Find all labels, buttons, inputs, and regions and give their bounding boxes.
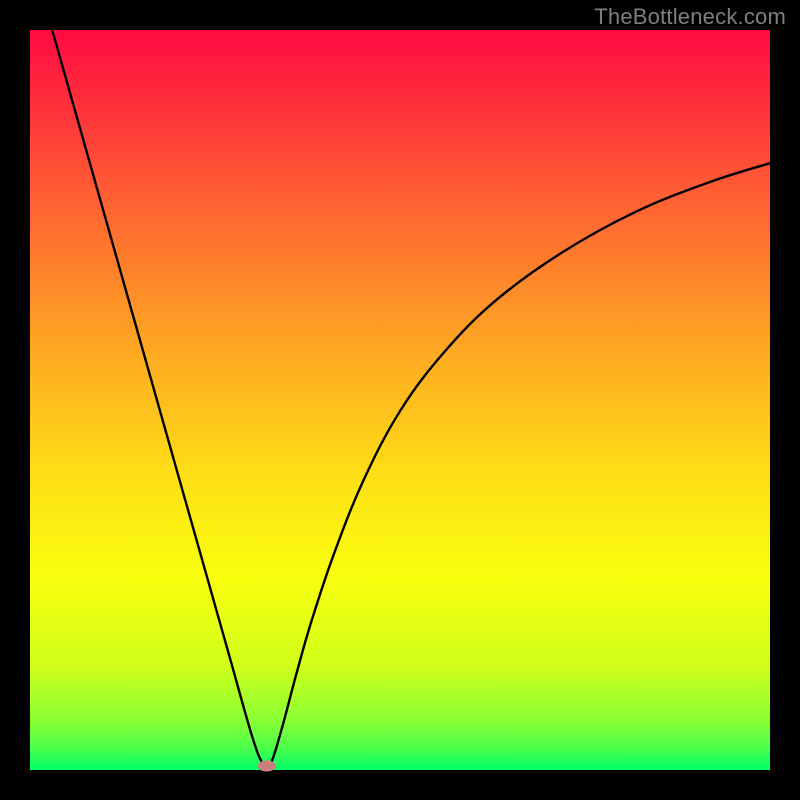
watermark-text: TheBottleneck.com (594, 4, 786, 30)
optimal-point-marker (258, 761, 276, 772)
bottleneck-curve (30, 30, 770, 770)
chart-canvas: TheBottleneck.com (0, 0, 800, 800)
plot-area (30, 30, 770, 770)
